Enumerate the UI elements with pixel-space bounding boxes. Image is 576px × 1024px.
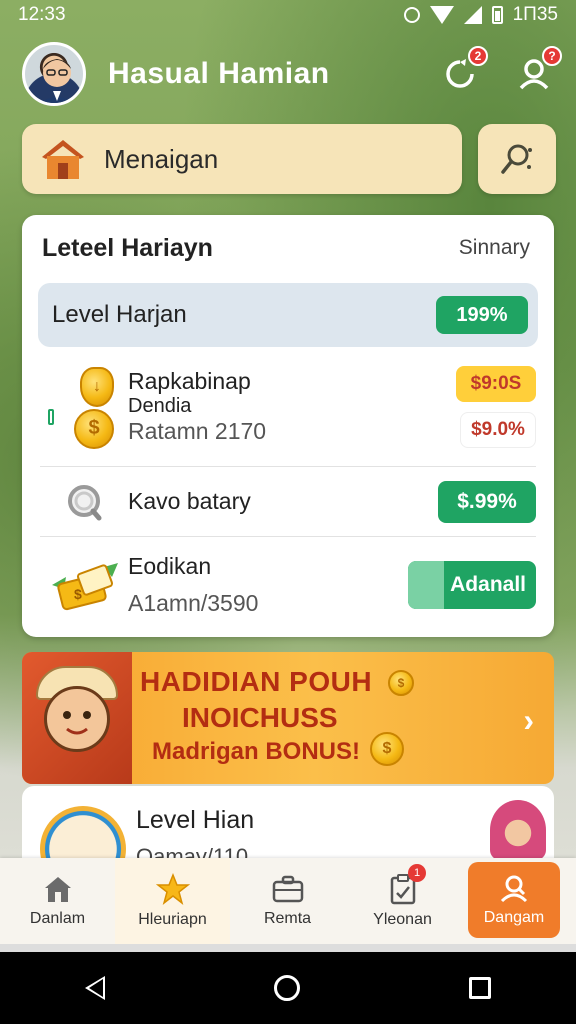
banner-headline: HADIDIAN POUH [140, 666, 373, 697]
dnd-icon [403, 7, 420, 23]
notification-badge: 2 [468, 46, 488, 66]
row-text: Rapkabinap Dendia Ratamn 2170 [128, 368, 456, 445]
row-detail: Ratamn 2170 [128, 418, 267, 444]
summary-link[interactable]: Sinnary [459, 236, 530, 260]
search-button[interactable] [478, 124, 556, 194]
row-title: Rapkabinap [128, 368, 251, 394]
nav-badge: 1 [408, 864, 426, 882]
search-icon [501, 144, 532, 174]
toggle-button[interactable]: Adanall [408, 561, 536, 609]
level-row[interactable]: Level Harjan 199% [38, 283, 538, 347]
status-bar: 12:33 1Π35 [0, 0, 576, 30]
list-item[interactable]: ↓ $ Rapkabinap Dendia Ratamn 2170 $9:0S … [40, 347, 536, 467]
search-bar[interactable]: Menaigan [22, 124, 462, 194]
row-values: $9:0S $9.0% [456, 365, 536, 448]
row-subtitle: Dendia [128, 395, 192, 417]
money-pile-icon: $ [40, 555, 128, 615]
search-label: Menaigan [104, 143, 219, 174]
row-title: Eodikan [128, 553, 212, 579]
nav-label: Yleonan [373, 911, 432, 928]
coin-stack-icon: ↓ $ [40, 357, 128, 457]
value-badge: $.99% [438, 480, 536, 523]
value-badge: $9:0S [456, 365, 536, 402]
toggle-label: Adanall [450, 573, 526, 596]
nav-label: Danlam [29, 910, 86, 927]
summary-card: Leteel Hariayn Sinnary Level Harjan 199%… [22, 215, 554, 637]
banner-illustration [22, 652, 132, 784]
level-label: Level Harjan [52, 301, 187, 328]
search-row: Menaigan [22, 124, 556, 194]
card-header: Leteel Hariayn Sinnary [22, 215, 554, 281]
character-icon [44, 686, 110, 752]
bottom-nav: Danlam Hleuriapn Remta 1 Yleonan Dangam [0, 858, 576, 944]
list-item[interactable]: $ Eodikan A1amn/3590 Adanall [40, 537, 536, 633]
coin-icon: $ [370, 732, 404, 766]
status-time: 12:33 [18, 4, 66, 25]
level-card-title: Level Hian [136, 806, 255, 834]
nav-label: Hleuriapn [138, 911, 207, 928]
level-value-badge: 199% [436, 296, 528, 334]
status-icons: 1Π35 [403, 4, 558, 26]
divider [0, 944, 576, 952]
nav-item-home[interactable]: Danlam [0, 858, 115, 944]
recent-apps-icon[interactable] [469, 977, 492, 999]
nav-item-rental[interactable]: Remta [230, 858, 345, 944]
page-title: Hasual Hamian [108, 57, 330, 90]
signal-icon [463, 6, 482, 24]
banner-subline: Madrigan BONUS! [152, 738, 361, 765]
user-search-icon [500, 875, 528, 903]
star-icon [155, 873, 190, 905]
profile-badge: ? [542, 46, 562, 66]
briefcase-icon [272, 875, 303, 903]
svg-text:$: $ [74, 586, 82, 602]
banner-headline-2: INOICHUSS [182, 702, 338, 733]
chevron-right-icon[interactable]: › [523, 702, 534, 739]
row-detail: A1amn/3590 [128, 590, 259, 616]
battery-icon [491, 6, 503, 24]
row-text: Kavo batary [128, 488, 438, 515]
card-title: Leteel Hariayn [42, 233, 213, 262]
nav-label: Dangam [483, 909, 545, 926]
row-title: Kavo batary [128, 488, 251, 514]
coin-icon: $ [388, 670, 414, 696]
avatar-portrait-icon [40, 59, 74, 103]
promo-banner[interactable]: $ $ HADIDIAN POUH INOICHUSS Madrigan BON… [22, 652, 554, 784]
row-text: Eodikan A1amn/3590 [128, 553, 408, 617]
magnifier-icon [40, 482, 128, 522]
back-icon[interactable] [84, 976, 105, 1000]
house-icon [38, 137, 88, 181]
home-icon [44, 877, 71, 902]
nav-item-profile[interactable]: Dangam [468, 862, 560, 938]
notifications-button[interactable]: 2 [438, 46, 488, 96]
list-item[interactable]: Kavo batary $.99% [40, 467, 536, 537]
system-nav-bar [0, 952, 576, 1024]
value-badge: $9.0% [460, 411, 536, 448]
app-header: Hasual Hamian 2 ? [22, 40, 562, 108]
battery-text: 1Π35 [512, 4, 558, 25]
nav-label: Remta [263, 910, 312, 927]
home-circle-icon[interactable] [273, 975, 300, 1001]
wifi-icon [429, 6, 454, 24]
nav-item-favorites[interactable]: Hleuriapn [115, 858, 230, 944]
avatar[interactable] [22, 42, 86, 106]
character-avatar-icon [490, 800, 546, 860]
nav-item-tasks[interactable]: 1 Yleonan [345, 858, 460, 944]
profile-button[interactable]: ? [512, 46, 562, 96]
